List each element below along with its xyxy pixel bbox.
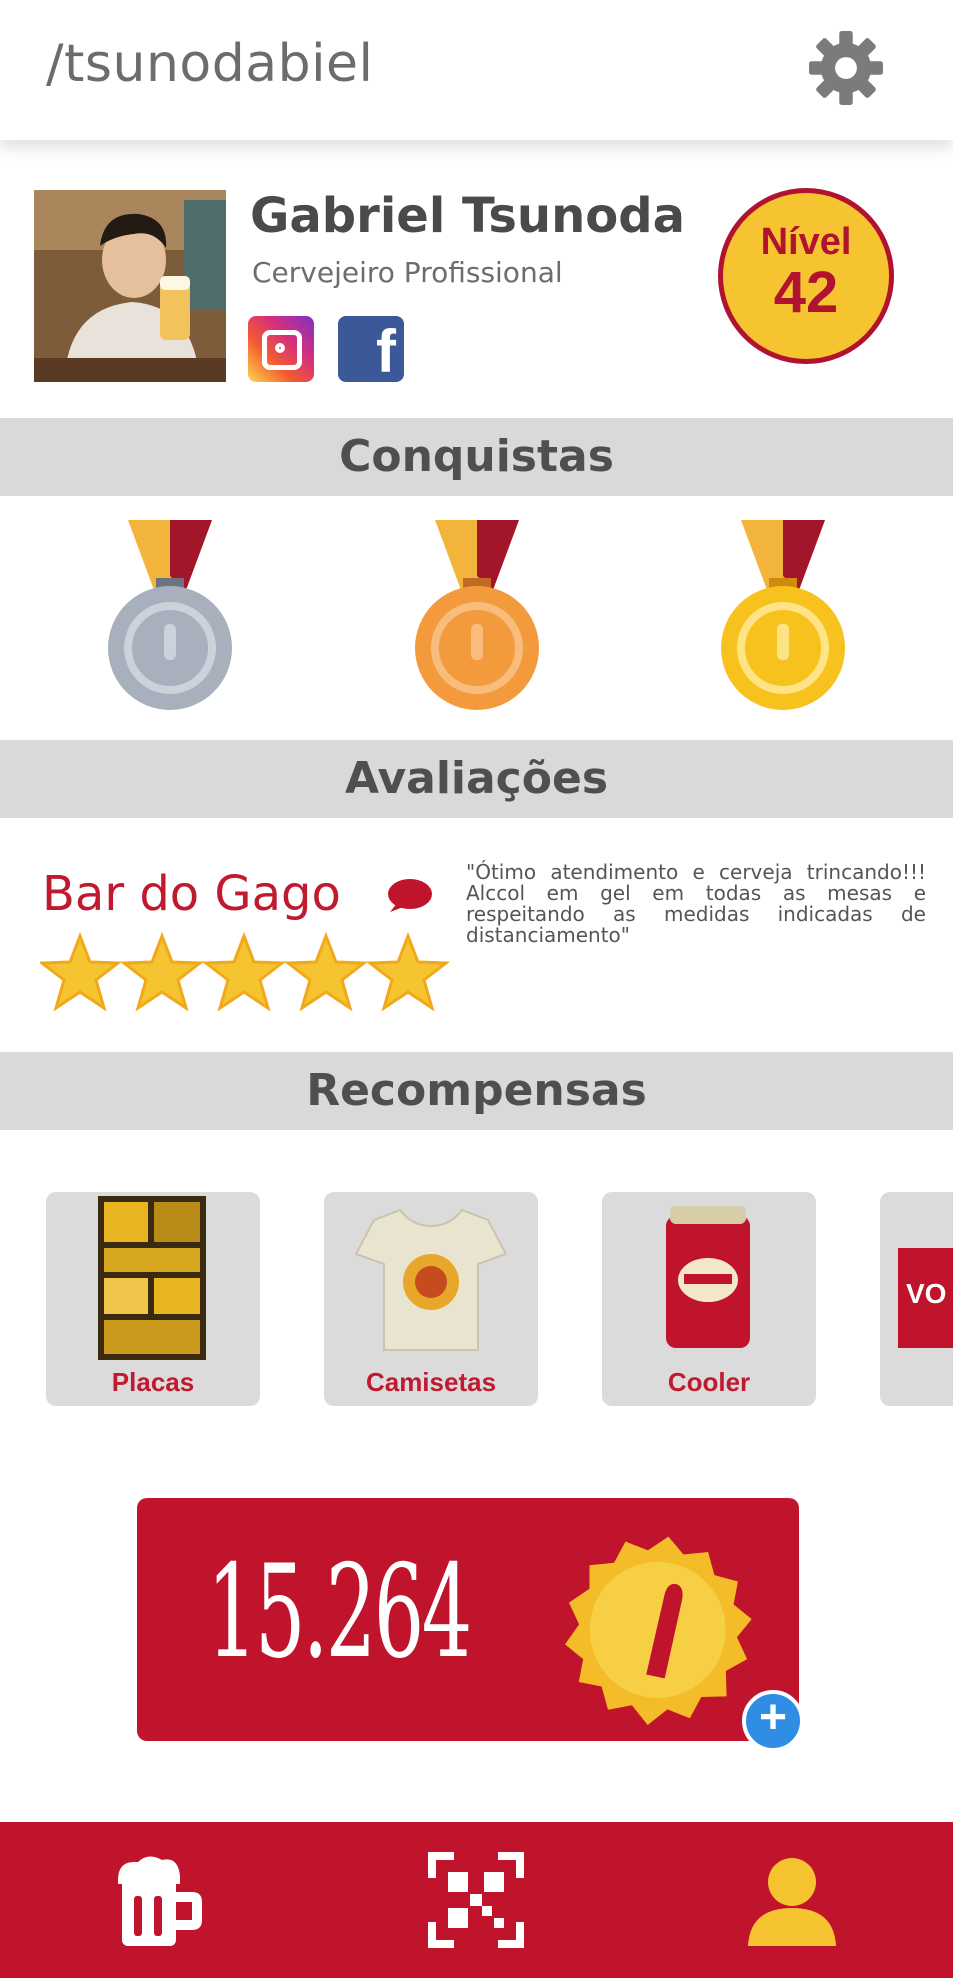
- rating-stars: [40, 934, 448, 1010]
- section-reviews: Avaliações: [0, 740, 953, 818]
- reward-card-cooler[interactable]: Cooler: [602, 1192, 816, 1406]
- reward-label: Cooler: [667, 1367, 751, 1397]
- profile-title: Cervejeiro Profissional: [252, 256, 563, 289]
- top-bar: /tsunodabiel: [0, 0, 953, 140]
- reward-label: Camisetas: [365, 1367, 497, 1397]
- reward-card-placas[interactable]: Placas: [46, 1192, 260, 1406]
- profile-name: Gabriel Tsunoda: [250, 188, 685, 244]
- qr-scan-icon[interactable]: [426, 1850, 526, 1950]
- reward-card-camisetas[interactable]: Camisetas: [324, 1192, 538, 1406]
- instagram-icon[interactable]: [248, 316, 314, 382]
- beer-mug-icon[interactable]: [108, 1850, 208, 1950]
- gold-medal-icon[interactable]: [713, 520, 853, 710]
- rewards-carousel[interactable]: Placas Camisetas Cooler VO: [0, 1192, 953, 1412]
- avatar[interactable]: [34, 190, 226, 382]
- chat-bubble-icon[interactable]: [382, 878, 434, 914]
- cooler-can-icon: [666, 1206, 750, 1348]
- silver-medal-icon[interactable]: [100, 520, 240, 710]
- balance-value: 15.264: [207, 1538, 472, 1687]
- bottle-cap-balance[interactable]: 15.264: [137, 1498, 799, 1741]
- reward-label: Placas: [111, 1367, 195, 1397]
- section-rewards: Recompensas: [0, 1052, 953, 1130]
- section-achievements: Conquistas: [0, 418, 953, 496]
- review-place-name[interactable]: Bar do Gago: [42, 866, 341, 922]
- add-coins-button[interactable]: +: [742, 1690, 804, 1752]
- sign-plates-icon: [98, 1196, 206, 1360]
- partial-reward-image: VO: [898, 1248, 953, 1348]
- bottle-cap-icon: [565, 1536, 752, 1726]
- user-icon[interactable]: [742, 1850, 842, 1950]
- partial-reward-label: VO: [906, 1278, 947, 1309]
- tshirt-icon: [354, 1208, 508, 1351]
- username: /tsunodabiel: [46, 34, 374, 94]
- level-label: Nível: [760, 221, 852, 263]
- level-value: 42: [773, 260, 839, 325]
- bronze-medal-icon[interactable]: [407, 520, 547, 710]
- level-badge: Nível 42: [718, 188, 894, 364]
- gear-icon[interactable]: [804, 26, 888, 110]
- bottom-navigation: [0, 1822, 953, 1978]
- facebook-icon[interactable]: f: [338, 316, 404, 385]
- review-text: "Ótimo atendimento e cerveja trincando!!…: [466, 860, 926, 947]
- plus-icon: +: [758, 1691, 788, 1744]
- profile-card: Gabriel Tsunoda Cervejeiro Profissional …: [0, 160, 953, 415]
- reward-card-partial[interactable]: VO: [880, 1192, 953, 1406]
